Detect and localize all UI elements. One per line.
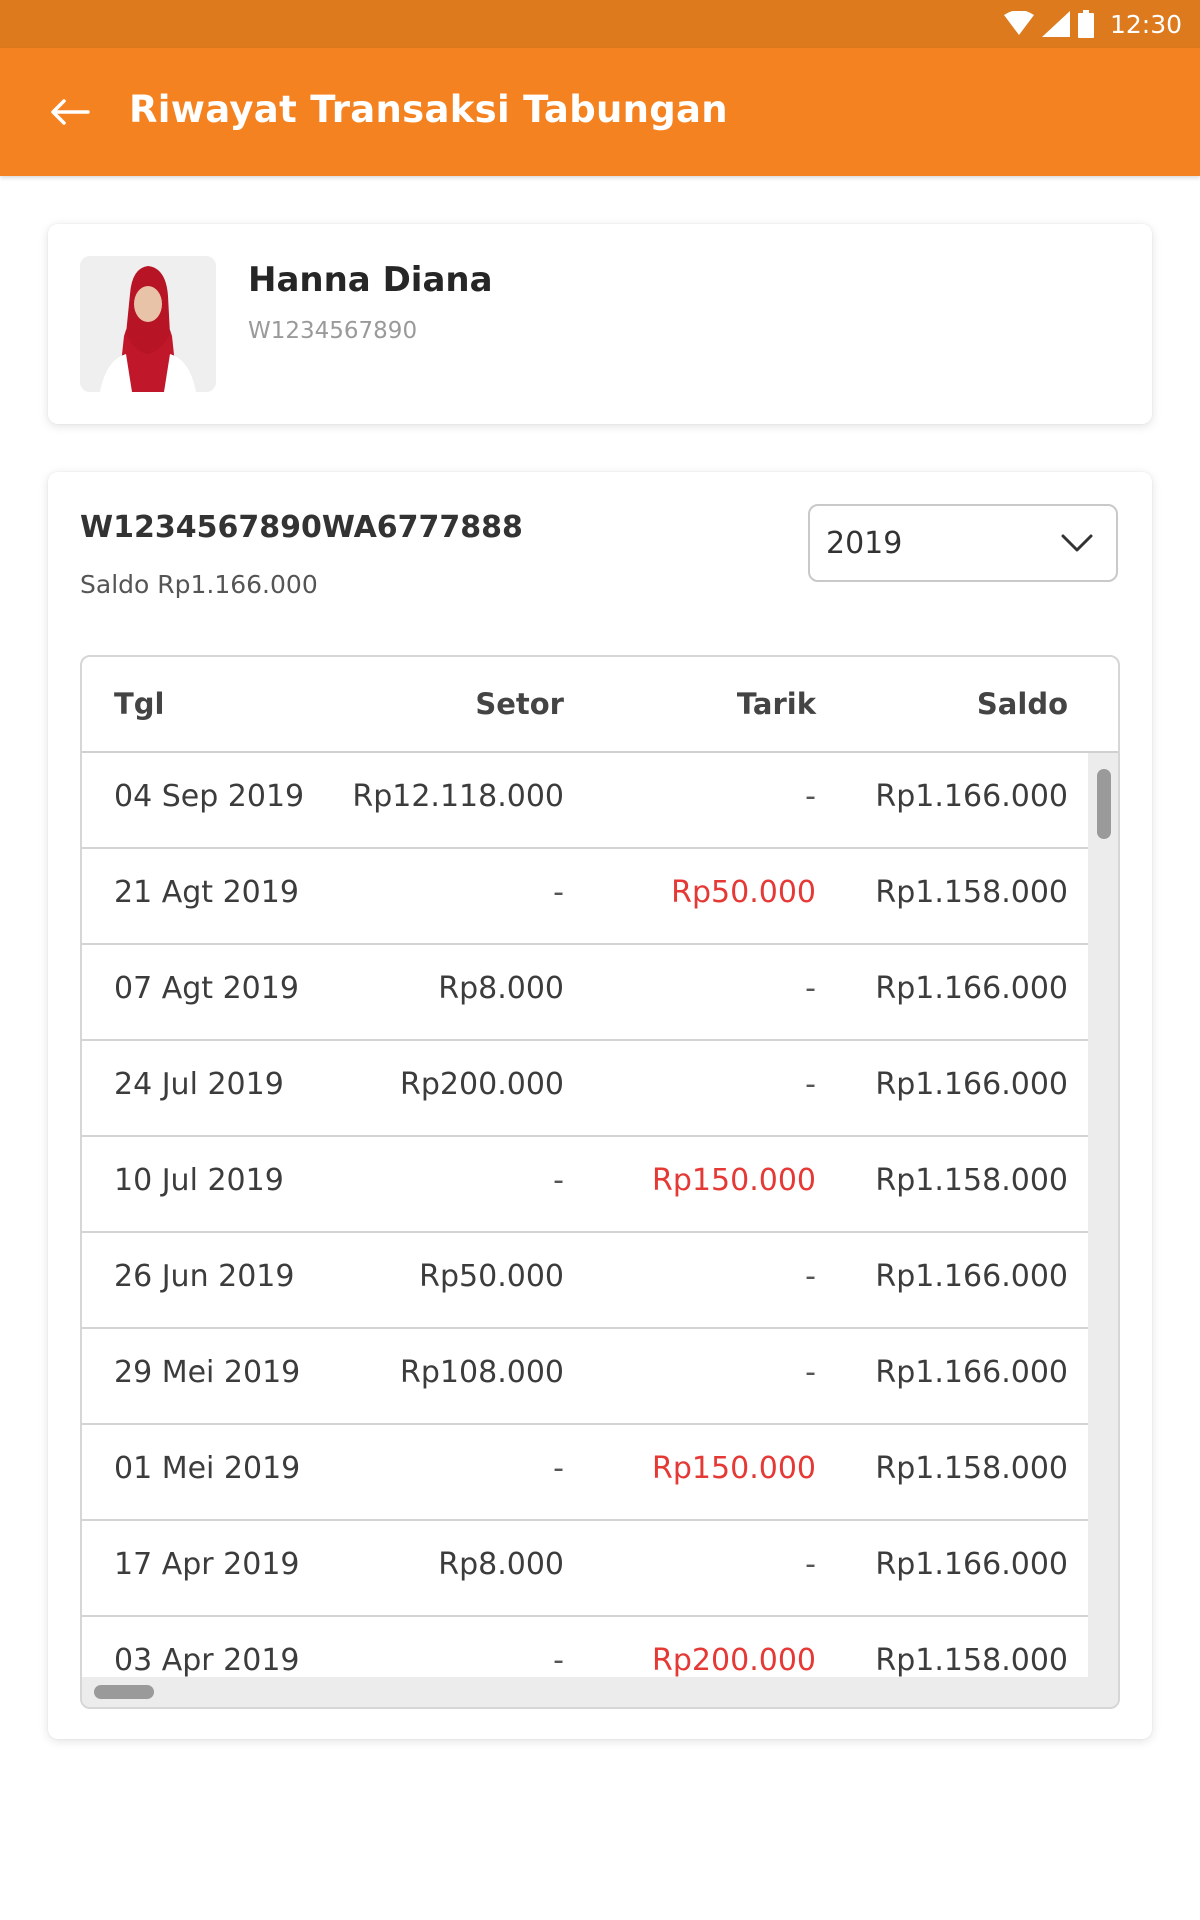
avatar (80, 256, 216, 392)
cell-tarik: - (805, 1259, 816, 1294)
cell-saldo: Rp1.166.000 (875, 1355, 1068, 1390)
table-row: 24 Jul 2019 Rp200.000 - Rp1.166.000 (82, 1041, 1088, 1137)
cell-tarik: - (805, 779, 816, 814)
cell-date: 10 Jul 2019 (114, 1163, 284, 1198)
cell-tarik: Rp150.000 (652, 1451, 816, 1486)
header-date: Tgl (114, 687, 165, 721)
cell-setor: - (553, 1163, 564, 1198)
cell-date: 21 Agt 2019 (114, 875, 299, 910)
header-setor: Setor (475, 687, 564, 721)
avatar-photo (80, 256, 216, 392)
cell-date: 29 Mei 2019 (114, 1355, 301, 1390)
cell-date: 07 Agt 2019 (114, 971, 299, 1006)
cell-setor: Rp108.000 (400, 1355, 564, 1390)
cell-date: 17 Apr 2019 (114, 1547, 300, 1582)
vertical-scroll-thumb[interactable] (1097, 769, 1111, 839)
cell-saldo: Rp1.158.000 (875, 1643, 1068, 1677)
horizontal-scrollbar[interactable] (82, 1677, 1118, 1707)
back-button[interactable] (40, 82, 100, 142)
cell-saldo: Rp1.166.000 (875, 779, 1068, 814)
horizontal-scroll-thumb[interactable] (94, 1685, 154, 1699)
table-row: 10 Jul 2019 - Rp150.000 Rp1.158.000 (82, 1137, 1088, 1233)
cell-tarik: - (805, 1067, 816, 1102)
table-row: 04 Sep 2019 Rp12.118.000 - Rp1.166.000 (82, 753, 1088, 849)
cell-tarik: - (805, 1547, 816, 1582)
cell-setor: - (553, 1451, 564, 1486)
cell-date: 04 Sep 2019 (114, 779, 305, 814)
header-tarik: Tarik (736, 687, 816, 721)
table-row: 29 Mei 2019 Rp108.000 - Rp1.166.000 (82, 1329, 1088, 1425)
table-row: 17 Apr 2019 Rp8.000 - Rp1.166.000 (82, 1521, 1088, 1617)
app-bar: Riwayat Transaksi Tabungan (0, 48, 1200, 176)
wifi-icon (1003, 11, 1034, 35)
status-bar: 12:30 (0, 0, 1200, 48)
table-header: Tgl Setor Tarik Saldo (82, 657, 1118, 753)
account-balance: Saldo Rp1.166.000 (80, 570, 318, 599)
cell-saldo: Rp1.166.000 (875, 1067, 1068, 1102)
cell-tarik: Rp150.000 (652, 1163, 816, 1198)
battery-icon (1077, 10, 1094, 38)
cell-tarik: - (805, 1355, 816, 1390)
arrow-left-icon (51, 99, 90, 125)
table-body[interactable]: 04 Sep 2019 Rp12.118.000 - Rp1.166.000 2… (82, 753, 1088, 1677)
cell-setor: - (553, 1643, 564, 1677)
cell-date: 24 Jul 2019 (114, 1067, 284, 1102)
cell-setor: Rp200.000 (400, 1067, 564, 1102)
year-dropdown-value: 2019 (826, 525, 903, 561)
year-dropdown[interactable]: 2019 (808, 504, 1118, 582)
cell-date: 26 Jun 2019 (114, 1259, 295, 1294)
cell-setor: Rp50.000 (419, 1259, 564, 1294)
account-number: W1234567890WA6777888 (80, 510, 523, 545)
vertical-scrollbar[interactable] (1088, 753, 1118, 1677)
cell-setor: Rp8.000 (438, 971, 564, 1006)
cell-setor: Rp8.000 (438, 1547, 564, 1582)
cell-saldo: Rp1.158.000 (875, 1163, 1068, 1198)
transaction-table: Tgl Setor Tarik Saldo 04 Sep 2019 Rp12.1… (80, 655, 1120, 1709)
transaction-card: W1234567890WA6777888 Saldo Rp1.166.000 2… (48, 472, 1152, 1739)
cell-tarik: Rp50.000 (671, 875, 816, 910)
table-row: 26 Jun 2019 Rp50.000 - Rp1.166.000 (82, 1233, 1088, 1329)
profile-card: Hanna Diana W1234567890 (48, 224, 1152, 424)
table-row: 03 Apr 2019 - Rp200.000 Rp1.158.000 (82, 1617, 1088, 1677)
profile-name: Hanna Diana (248, 260, 493, 300)
chevron-down-icon (1061, 534, 1093, 552)
cell-date: 01 Mei 2019 (114, 1451, 301, 1486)
cell-saldo: Rp1.166.000 (875, 971, 1068, 1006)
table-row: 01 Mei 2019 - Rp150.000 Rp1.158.000 (82, 1425, 1088, 1521)
cell-date: 03 Apr 2019 (114, 1643, 300, 1677)
table-row: 07 Agt 2019 Rp8.000 - Rp1.166.000 (82, 945, 1088, 1041)
cell-saldo: Rp1.158.000 (875, 875, 1068, 910)
header-saldo: Saldo (976, 687, 1068, 721)
cell-saldo: Rp1.158.000 (875, 1451, 1068, 1486)
cell-saldo: Rp1.166.000 (875, 1547, 1068, 1582)
cell-tarik: - (805, 971, 816, 1006)
profile-id: W1234567890 (248, 318, 418, 344)
cell-setor: - (553, 875, 564, 910)
table-row: 21 Agt 2019 - Rp50.000 Rp1.158.000 (82, 849, 1088, 945)
status-time: 12:30 (1109, 9, 1182, 39)
signal-icon (1041, 11, 1070, 37)
status-icons: 12:30 (1003, 8, 1182, 40)
cell-setor: Rp12.118.000 (352, 779, 564, 814)
cell-tarik: Rp200.000 (652, 1643, 816, 1677)
cell-saldo: Rp1.166.000 (875, 1259, 1068, 1294)
page-title: Riwayat Transaksi Tabungan (129, 88, 728, 131)
